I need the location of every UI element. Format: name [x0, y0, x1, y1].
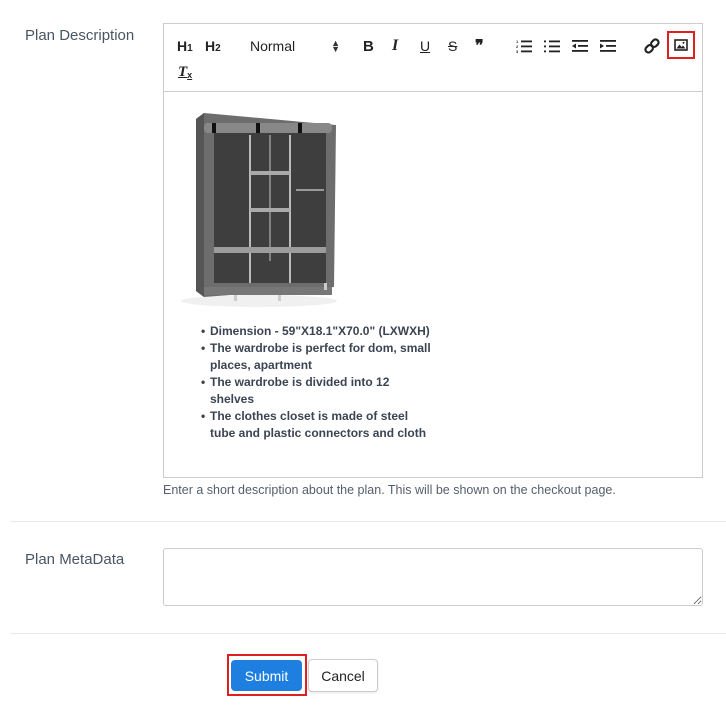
feature-item: The clothes closet is made of steel tube…: [201, 408, 432, 442]
link-button[interactable]: [644, 35, 660, 57]
outdent-icon: [572, 40, 588, 52]
plan-description-label: Plan Description: [25, 27, 135, 44]
section-divider: [10, 633, 726, 634]
format-select[interactable]: Normal ▲ ▼: [250, 35, 340, 57]
ordered-list-icon: 123: [516, 39, 532, 53]
feature-list: Dimension - 59"X18.1"X70.0" (LXWXH) The …: [201, 323, 432, 442]
underline-button[interactable]: U: [420, 35, 430, 57]
plan-metadata-input[interactable]: [163, 548, 703, 606]
plan-description-help-text: Enter a short description about the plan…: [163, 483, 616, 497]
indent-button[interactable]: [600, 35, 616, 57]
select-arrows-icon: ▲ ▼: [331, 38, 340, 54]
submit-button[interactable]: Submit: [231, 660, 302, 691]
submit-highlight: Submit: [227, 654, 307, 696]
image-icon: [674, 39, 688, 51]
editor-content[interactable]: Dimension - 59"X18.1"X70.0" (LXWXH) The …: [164, 93, 702, 477]
link-icon: [644, 38, 660, 54]
clear-format-button[interactable]: Tx: [178, 61, 192, 83]
strikethrough-button[interactable]: S: [448, 35, 457, 57]
feature-item: The wardrobe is divided into 12 shelves: [201, 374, 432, 408]
bullet-list-icon: [544, 40, 560, 53]
heading1-button[interactable]: H1: [177, 35, 193, 57]
heading2-button[interactable]: H2: [205, 35, 221, 57]
feature-item: The wardrobe is perfect for dom, small p…: [201, 340, 432, 374]
format-select-value: Normal: [250, 38, 296, 54]
feature-item: Dimension - 59"X18.1"X70.0" (LXWXH): [201, 323, 432, 340]
section-divider: [10, 521, 726, 522]
insert-image-button[interactable]: [667, 31, 695, 59]
rich-text-editor: H1 H2 Normal ▲ ▼ B I U S ❞ 123 T x • Dim…: [163, 23, 703, 478]
plan-metadata-label: Plan MetaData: [25, 551, 125, 568]
ordered-list-button[interactable]: 123: [516, 35, 532, 57]
blockquote-button[interactable]: ❞: [475, 35, 484, 57]
indent-icon: [600, 40, 616, 52]
bold-button[interactable]: B: [363, 35, 374, 57]
cancel-button[interactable]: Cancel: [308, 659, 378, 692]
bullet-list-button[interactable]: [544, 35, 560, 57]
outdent-button[interactable]: [572, 35, 588, 57]
wardrobe-product-image: [181, 113, 337, 307]
italic-button[interactable]: I: [392, 35, 398, 57]
editor-toolbar: H1 H2 Normal ▲ ▼ B I U S ❞ 123 T x: [164, 24, 702, 92]
svg-text:3: 3: [516, 49, 519, 53]
